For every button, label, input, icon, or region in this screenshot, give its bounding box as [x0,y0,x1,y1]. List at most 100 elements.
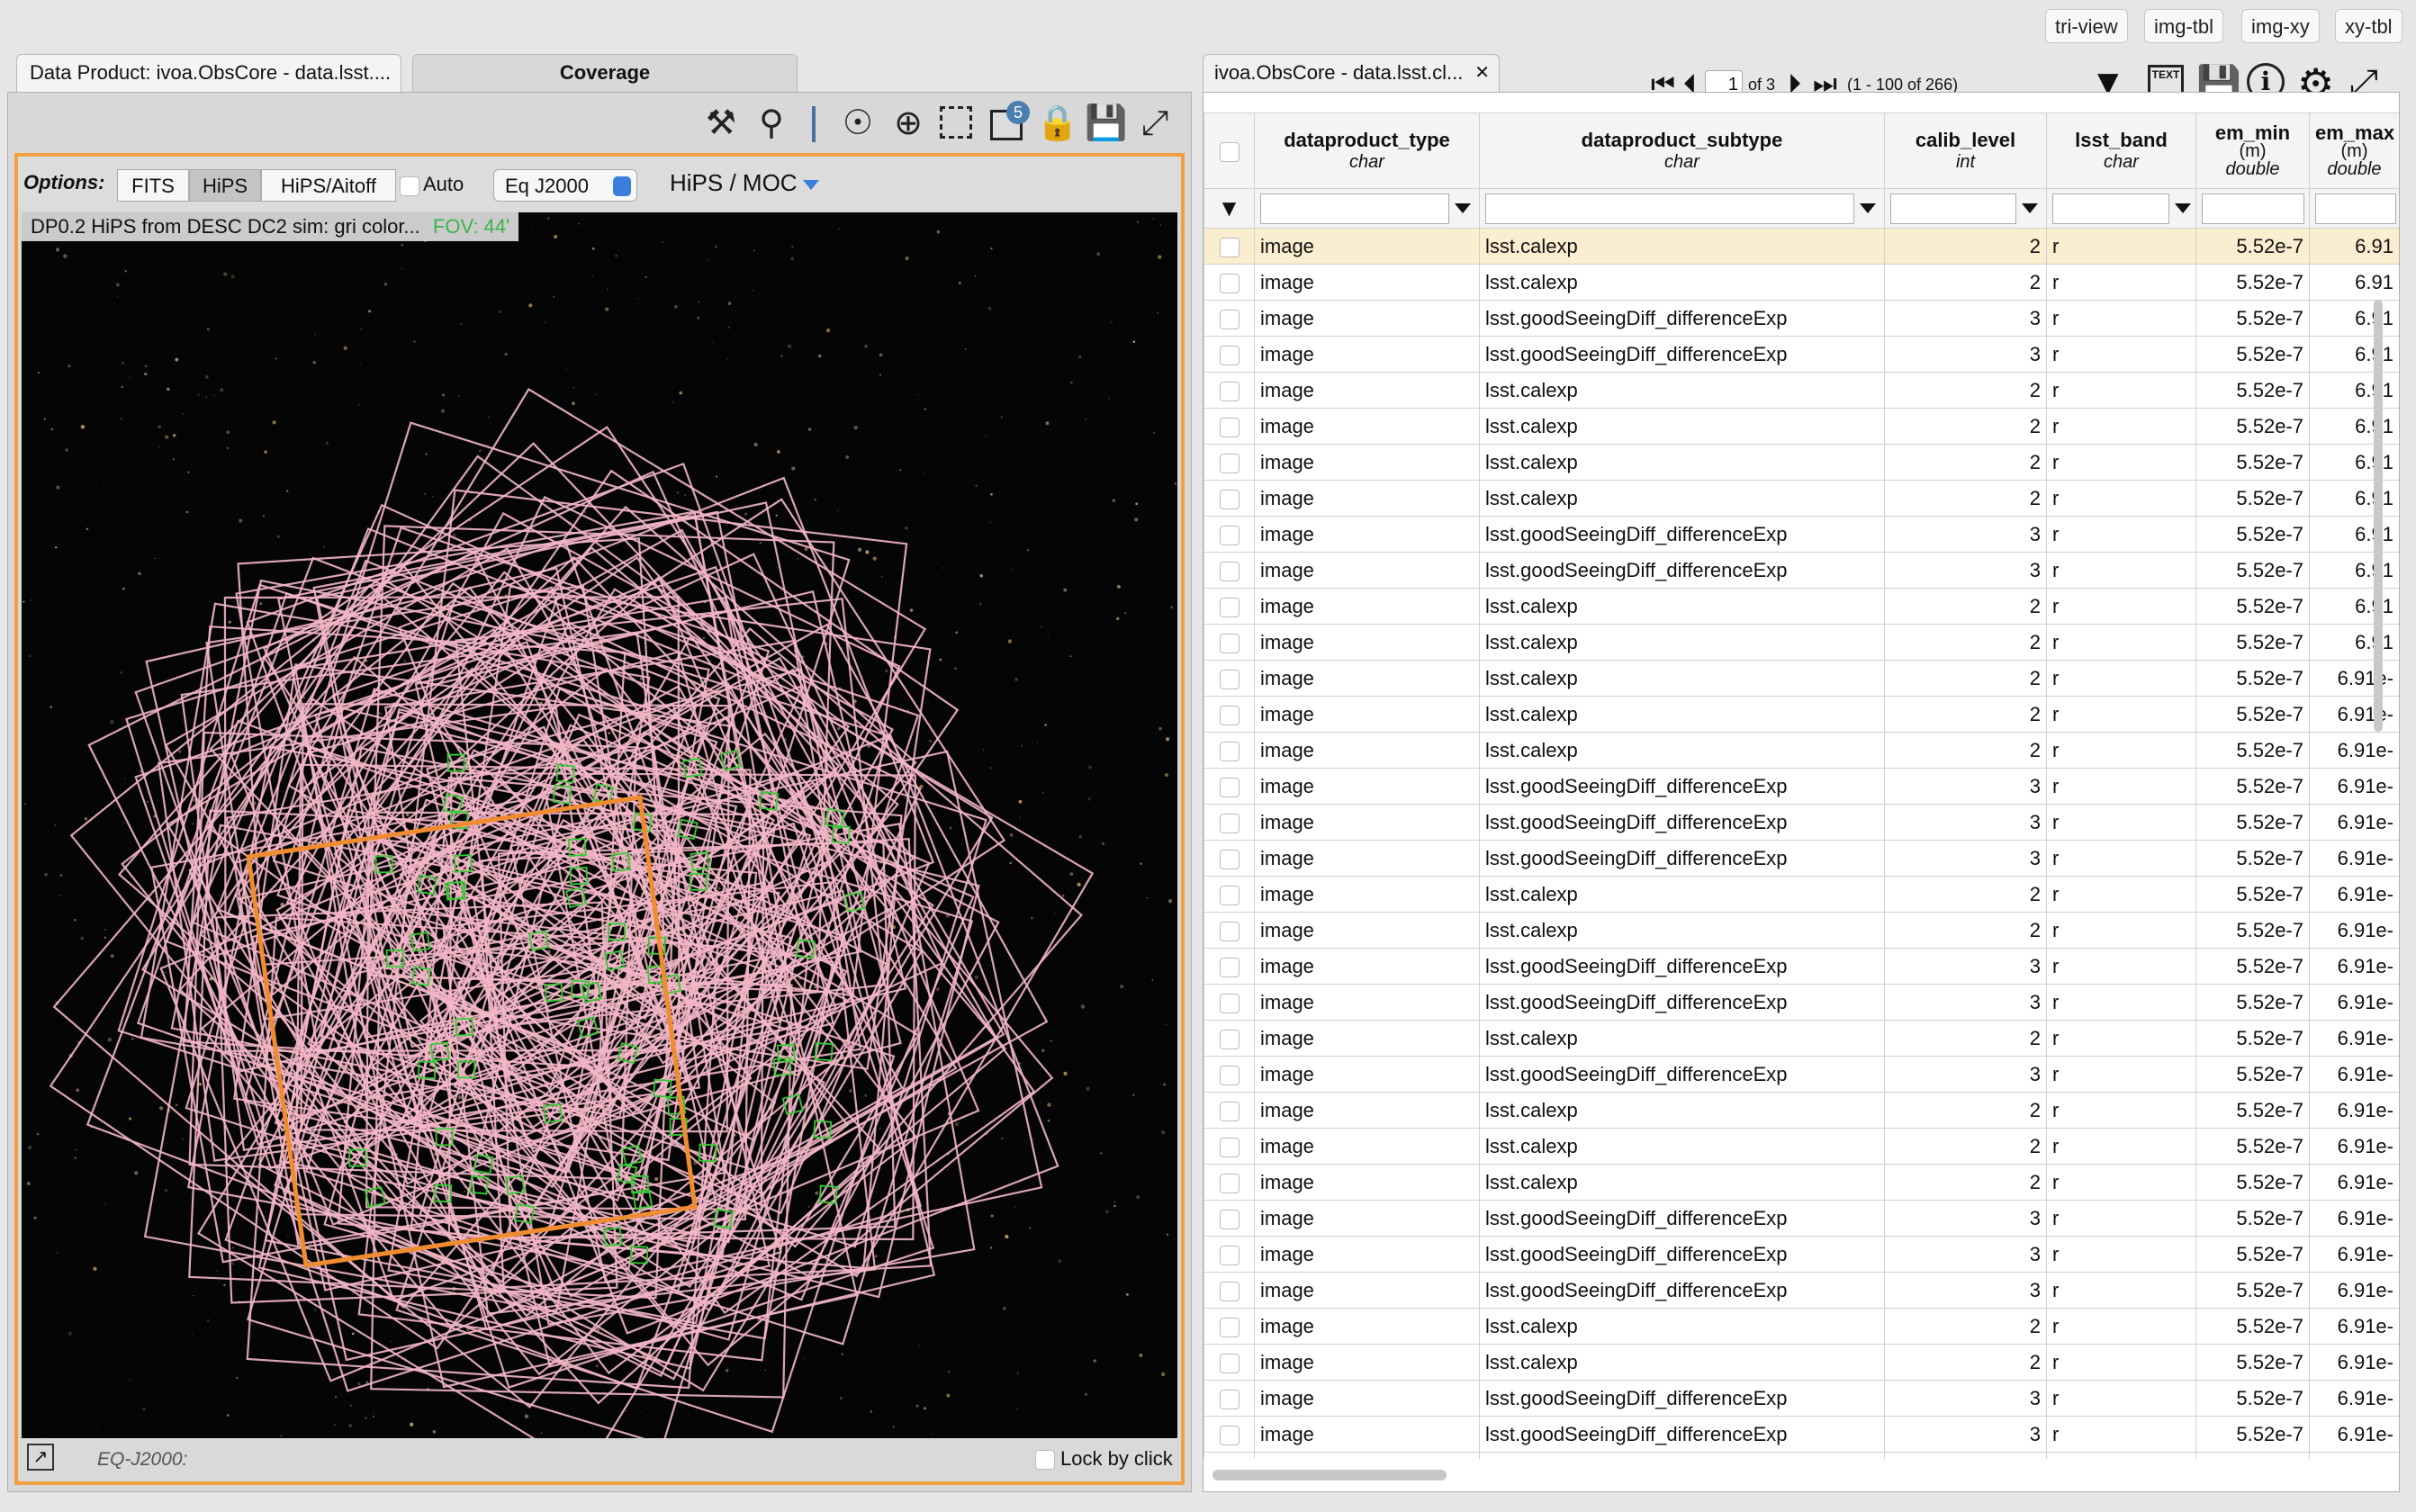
table-row[interactable]: imagelsst.calexp2r5.52e-76.91 [1203,372,2399,409]
row-checkbox[interactable] [1219,561,1240,581]
column-header-dataproduct_subtype[interactable]: dataproduct_subtype char [1479,112,1885,189]
layers-icon[interactable]: ☉ [835,101,880,146]
table-row[interactable]: imagelsst.goodSeeingDiff_differenceExp3r… [1203,804,2399,841]
row-checkbox[interactable] [1219,885,1240,905]
table-row[interactable]: imagelsst.goodSeeingDiff_differenceExp3r… [1203,552,2399,589]
filter-input-calib_level[interactable] [1890,193,2016,224]
column-header-dataproduct_type[interactable]: dataproduct_type char [1254,112,1480,189]
tab-data-product[interactable]: Data Product: ivoa.ObsCore - data.lsst..… [16,54,401,92]
select-all-checkbox[interactable] [1219,141,1240,162]
row-checkbox[interactable] [1219,1281,1240,1301]
column-header-em_max[interactable]: em_max (m) double [2309,112,2399,189]
table-row[interactable]: image lsst.calexp 2 r 5.52e-7 6.91e- [1203,732,2399,769]
table-row[interactable]: imagelsst.goodSeeingDiff_differenceExp3r… [1203,1272,2399,1309]
row-checkbox[interactable] [1219,993,1240,1013]
img-tbl-button[interactable]: img-tbl [2144,9,2224,43]
row-checkbox[interactable] [1219,345,1240,365]
vertical-scrollbar[interactable] [2374,300,2383,732]
table-row[interactable]: image lsst.calexp 2 r 5.52e-7 6.91e- [1203,1308,2399,1345]
table-row[interactable]: imagelsst.calexp2r5.52e-76.91 [1203,588,2399,625]
hips-option[interactable]: HiPS [189,169,261,202]
table-row[interactable]: image lsst.calexp 2 r 5.52e-7 6.91e- [1203,912,2399,949]
row-checkbox[interactable] [1219,489,1240,509]
tri-view-button[interactable]: tri-view [2045,9,2128,43]
table-row[interactable]: imagelsst.goodSeeingDiff_differenceExp3r… [1203,1056,2399,1093]
table-row[interactable]: imagelsst.goodSeeingDiff_differenceExp3r… [1203,1416,2399,1453]
hips-aitoff-option[interactable]: HiPS/Aitoff [261,169,396,202]
coord-system-select[interactable]: Eq J2000 [493,169,637,202]
row-checkbox[interactable] [1219,309,1240,329]
img-xy-button[interactable]: img-xy [2241,9,2320,43]
table-row[interactable]: imagelsst.calexp2r5.52e-76.91 [1203,408,2399,445]
filter-dropdown-icon[interactable] [2175,203,2191,213]
table-row[interactable]: image lsst.calexp 2 r 5.52e-7 6.91e- [1203,1164,2399,1201]
horizontal-scrollbar[interactable] [1213,1470,1447,1480]
close-tab-icon[interactable]: ✕ [1474,55,1490,91]
table-row[interactable]: image lsst.calexp 2 r 5.52e-7 6.91e- [1203,1020,2399,1057]
row-checkbox[interactable] [1219,849,1240,869]
save-image-icon[interactable]: 💾 [1084,101,1129,146]
table-row[interactable]: imagelsst.goodSeeingDiff_differenceExp3r… [1203,768,2399,805]
row-checkbox[interactable] [1219,741,1240,761]
lock-by-click-checkbox[interactable] [1035,1450,1055,1470]
expand-icon[interactable]: ⤢ [1132,101,1177,146]
table-row[interactable]: image lsst.calexp 2 r 5.52e-7 6.91e- [1203,876,2399,913]
table-row[interactable]: imagelsst.calexp2r5.52e-76.91 [1203,228,2399,265]
sky-image[interactable]: DP0.2 HiPS from DESC DC2 sim: gri color.… [22,212,1177,1445]
filter-dropdown-icon[interactable] [1455,203,1471,213]
filter-dropdown-icon[interactable] [2022,203,2038,213]
row-checkbox[interactable] [1219,921,1240,941]
table-row[interactable]: image lsst.calexp 2 r 5.52e-7 6.91e- [1203,660,2399,697]
row-checkbox[interactable] [1219,1425,1240,1445]
row-checkbox[interactable] [1219,1209,1240,1229]
fits-option[interactable]: FITS [117,169,189,202]
row-checkbox[interactable] [1219,525,1240,545]
table-row[interactable]: imagelsst.goodSeeingDiff_differenceExp3r… [1203,948,2399,985]
column-header-calib_level[interactable]: calib_level int [1884,112,2047,189]
row-checkbox[interactable] [1219,417,1240,437]
filter-input-dataproduct_subtype[interactable] [1485,193,1854,224]
auto-checkbox[interactable] [400,176,419,196]
row-checkbox[interactable] [1219,1029,1240,1049]
filter-dropdown-icon[interactable] [1860,203,1876,213]
select-area-icon[interactable] [940,106,972,139]
row-checkbox[interactable] [1219,633,1240,653]
table-row[interactable]: image lsst.calexp 2 r 5.52e-7 6.91e- [1203,1092,2399,1129]
row-checkbox[interactable] [1219,381,1240,401]
zoom-icon[interactable]: ⚲ [749,101,794,146]
table-row[interactable]: imagelsst.goodSeeingDiff_differenceExp3r… [1203,1200,2399,1237]
tools-icon[interactable]: ⚒ [699,101,744,146]
table-row[interactable]: imagelsst.goodSeeingDiff_differenceExp3r… [1203,1452,2399,1459]
table-row[interactable]: imagelsst.goodSeeingDiff_differenceExp3r… [1203,336,2399,373]
row-checkbox[interactable] [1219,1317,1240,1337]
row-checkbox[interactable] [1219,1173,1240,1193]
row-checkbox[interactable] [1219,1389,1240,1409]
table-row[interactable]: image lsst.calexp 2 r 5.52e-7 6.91e- [1203,1344,2399,1381]
table-row[interactable]: image lsst.calexp 2 r 5.52e-7 6.91e- [1203,696,2399,733]
row-checkbox[interactable] [1219,813,1240,833]
row-checkbox[interactable] [1219,1065,1240,1085]
row-checkbox[interactable] [1219,705,1240,725]
table-row[interactable]: imagelsst.calexp2r5.52e-76.91 [1203,480,2399,517]
tab-obscore-table[interactable]: ivoa.ObsCore - data.lsst.cl... ✕ [1203,54,1500,92]
filter-input-em_min[interactable] [2202,193,2304,224]
tab-coverage[interactable]: Coverage [412,54,798,92]
hips-moc-menu[interactable]: HiPS / MOC [670,169,819,197]
xy-tbl-button[interactable]: xy-tbl [2335,9,2402,43]
table-row[interactable]: imagelsst.goodSeeingDiff_differenceExp3r… [1203,840,2399,877]
table-row[interactable]: imagelsst.goodSeeingDiff_differenceExp3r… [1203,1236,2399,1273]
column-header-lsst_band[interactable]: lsst_band char [2046,112,2196,189]
row-checkbox[interactable] [1219,1245,1240,1265]
row-checkbox[interactable] [1219,453,1240,473]
row-checkbox[interactable] [1219,669,1240,689]
popout-icon[interactable]: ↗ [27,1444,54,1471]
row-checkbox[interactable] [1219,273,1240,293]
row-checkbox[interactable] [1219,957,1240,977]
table-row[interactable]: imagelsst.calexp2r5.52e-76.91 [1203,624,2399,661]
row-checkbox[interactable] [1219,1353,1240,1373]
table-row[interactable]: imagelsst.calexp2r5.52e-76.91 [1203,444,2399,481]
lock-image-icon[interactable]: 🔒 [1035,101,1080,146]
filter-input-em_max[interactable] [2315,193,2396,224]
filter-input-lsst_band[interactable] [2052,193,2169,224]
table-row[interactable]: imagelsst.goodSeeingDiff_differenceExp3r… [1203,516,2399,553]
